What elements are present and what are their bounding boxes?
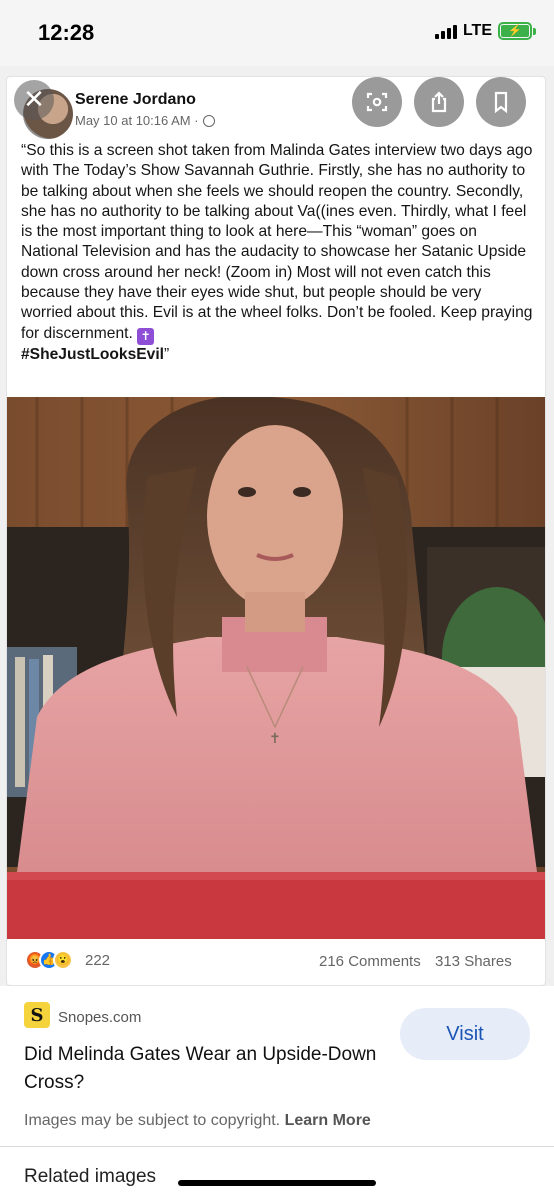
copyright-notice: Images may be subject to copyright. Lear… <box>24 1112 371 1130</box>
snopes-logo: S <box>24 1002 50 1028</box>
post-timestamp: May 10 at 10:16 AM · <box>75 113 199 128</box>
facebook-post-card: Serene Jordano May 10 at 10:16 AM · “So … <box>6 76 546 986</box>
reactions-summary[interactable]: 😡 👍 😮 222 <box>25 950 110 970</box>
visit-button[interactable]: Visit <box>400 1008 530 1060</box>
status-icons: LTE ⚡ <box>434 22 536 40</box>
bookmark-icon[interactable] <box>476 77 526 127</box>
result-title[interactable]: Did Melinda Gates Wear an Upside-Down Cr… <box>24 1041 384 1097</box>
battery-charging-icon: ⚡ <box>498 22 536 40</box>
globe-icon <box>202 114 215 127</box>
lens-icon[interactable] <box>352 77 402 127</box>
reaction-icons: 😡 👍 😮 <box>25 950 73 970</box>
post-meta: May 10 at 10:16 AM · <box>75 113 215 128</box>
copyright-text: Images may be subject to copyright. <box>24 1112 281 1129</box>
section-divider <box>0 1146 554 1147</box>
share-icon[interactable] <box>414 77 464 127</box>
post-photo[interactable]: ✝ <box>7 397 545 939</box>
result-site[interactable]: Snopes.com <box>58 1009 141 1026</box>
post-body: “So this is a screen shot taken from Mal… <box>21 142 533 342</box>
post-author: Serene Jordano <box>75 91 196 108</box>
network-type: LTE <box>462 22 492 39</box>
learn-more-link[interactable]: Learn More <box>285 1112 371 1129</box>
post-hashtag: #SheJustLooksEvil <box>21 345 164 363</box>
signal-icon <box>434 23 457 39</box>
cross-emoji-icon: ✝ <box>137 327 155 345</box>
home-indicator[interactable] <box>178 1180 376 1186</box>
post-text: “So this is a screen shot taken from Mal… <box>21 141 535 365</box>
comments-count[interactable]: 216 Comments <box>319 953 421 970</box>
status-time: 12:28 <box>38 20 95 45</box>
wow-reaction-icon: 😮 <box>53 950 73 970</box>
related-images-heading[interactable]: Related images <box>24 1166 156 1188</box>
reaction-count: 222 <box>85 951 111 969</box>
shares-count[interactable]: 313 Shares <box>435 953 512 970</box>
post-closing-quote: ” <box>164 345 170 363</box>
svg-text:✝: ✝ <box>269 731 281 747</box>
status-bar: 12:28 LTE ⚡ <box>0 0 554 66</box>
close-icon[interactable]: ✕ <box>14 80 54 120</box>
